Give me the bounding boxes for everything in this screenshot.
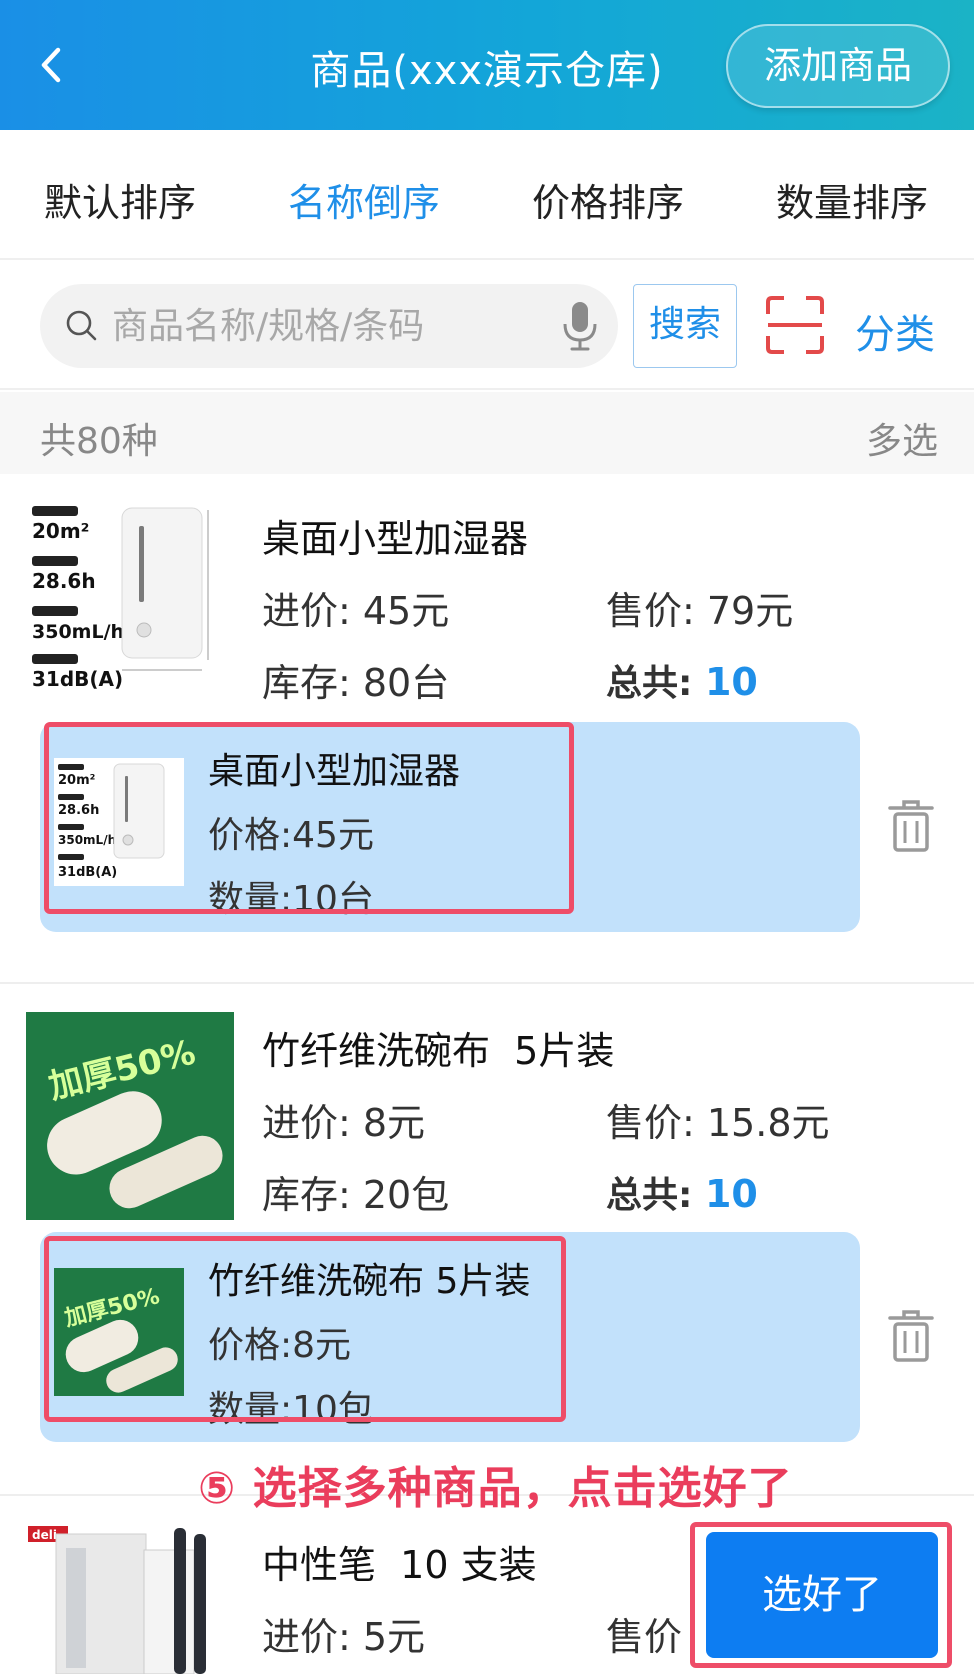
product-name: 中性笔 10 支装 xyxy=(262,1543,537,1587)
delete-icon[interactable] xyxy=(886,1308,936,1364)
tutorial-annotation: ⑤ 选择多种商品，点击选好了 xyxy=(198,1463,793,1514)
search-button[interactable]: 搜索 xyxy=(633,284,737,368)
sale-price: 售价: 79元 xyxy=(606,589,794,633)
product-row[interactable]: 20m² 28.6h 350mL/h 31dB(A) 桌面小型加湿器 进价: 4… xyxy=(0,474,974,984)
multi-select-toggle[interactable]: 多选 xyxy=(866,412,938,464)
svg-text:350mL/h: 350mL/h xyxy=(32,621,124,643)
highlight-annotation-box xyxy=(44,1236,566,1422)
highlight-annotation-box xyxy=(44,722,574,914)
product-name: 竹纤维洗碗布 5片装 xyxy=(262,1029,615,1073)
svg-text:28.6h: 28.6h xyxy=(32,569,96,593)
sort-bar: 默认排序 名称倒序 价格排序 数量排序 xyxy=(0,130,974,260)
total-quantity: 总共: 10 xyxy=(606,1172,758,1216)
sort-tab-name-desc[interactable]: 名称倒序 xyxy=(288,172,440,227)
sale-price: 售价 xyxy=(606,1615,683,1659)
add-product-button[interactable]: 添加商品 xyxy=(726,24,950,108)
purchase-price: 进价: 5元 xyxy=(262,1615,426,1659)
delete-icon[interactable] xyxy=(886,798,936,854)
sale-price: 售价: 15.8元 xyxy=(606,1101,830,1145)
stock: 库存: 80台 xyxy=(262,661,450,705)
svg-text:31dB(A): 31dB(A) xyxy=(32,667,123,691)
svg-text:20m²: 20m² xyxy=(32,519,89,543)
search-icon xyxy=(66,310,97,341)
search-box xyxy=(40,284,618,368)
total-quantity: 总共: 10 xyxy=(606,660,758,704)
product-name: 桌面小型加湿器 xyxy=(262,517,529,561)
product-count: 共80种 xyxy=(40,421,158,462)
list-summary: 共80种 多选 xyxy=(0,392,974,474)
product-row[interactable]: 加厚50% 竹纤维洗碗布 5片装 进价: 8元 售价: 15.8元 库存: 20… xyxy=(0,986,974,1496)
sort-tab-quantity[interactable]: 数量排序 xyxy=(776,172,928,227)
stock: 库存: 20包 xyxy=(262,1173,450,1217)
product-image-humidifier: 20m² 28.6h 350mL/h 31dB(A) xyxy=(26,500,234,708)
app-header: 商品(xxx演示仓库) 添加商品 xyxy=(0,0,974,130)
sort-tab-price[interactable]: 价格排序 xyxy=(532,172,684,227)
product-image-dishcloth: 加厚50% xyxy=(26,1012,234,1220)
category-link[interactable]: 分类 xyxy=(855,302,935,360)
svg-text:deli: deli xyxy=(32,1528,57,1542)
purchase-price: 进价: 45元 xyxy=(262,589,450,633)
purchase-price: 进价: 8元 xyxy=(262,1101,426,1145)
search-input[interactable] xyxy=(112,294,532,358)
scan-icon[interactable] xyxy=(766,296,824,354)
done-button[interactable]: 选好了 xyxy=(706,1532,938,1658)
product-image-pens: deli xyxy=(26,1524,234,1674)
microphone-icon[interactable] xyxy=(560,300,600,352)
sort-tab-default[interactable]: 默认排序 xyxy=(44,172,196,227)
search-row: 搜索 分类 xyxy=(0,262,974,390)
